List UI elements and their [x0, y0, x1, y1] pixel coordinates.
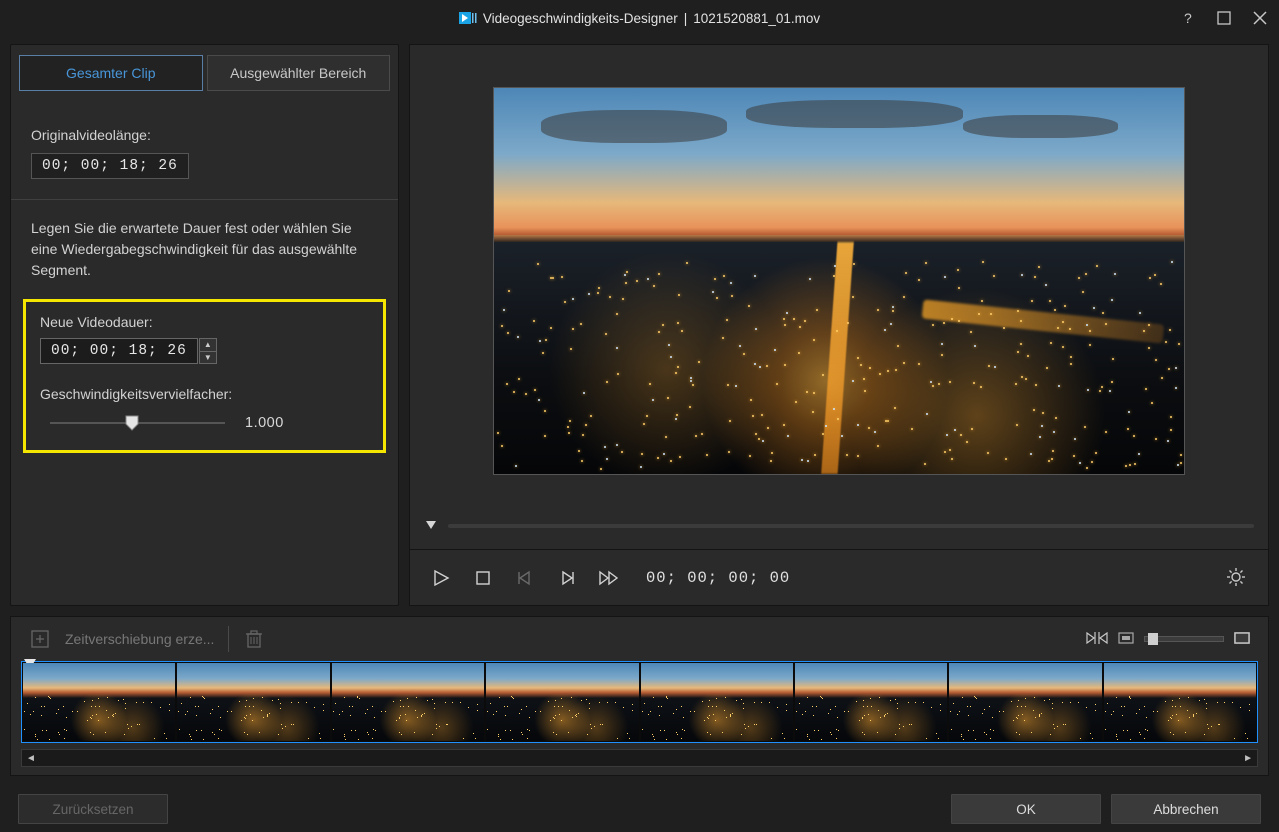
multiplier-label: Geschwindigkeitsvervielfacher:: [40, 386, 369, 402]
timeline-thumb[interactable]: [795, 663, 947, 741]
settings-panel: Gesamter Clip Ausgewählter Bereich Origi…: [10, 44, 399, 606]
title-separator: |: [684, 11, 688, 26]
reset-button[interactable]: Zurücksetzen: [18, 794, 168, 824]
thumbnail-strip[interactable]: [21, 661, 1258, 743]
preview-box: 00; 00; 00; 00: [409, 44, 1269, 606]
panel-body: Originalvideolänge: 00; 00; 18; 26 Legen…: [11, 91, 398, 453]
fast-forward-icon[interactable]: [598, 567, 620, 589]
timeline-scrollbar[interactable]: ◄ ►: [21, 749, 1258, 767]
zoom-controls: [1086, 630, 1250, 649]
add-timeshift-icon: [29, 628, 51, 650]
cancel-button[interactable]: Abbrechen: [1111, 794, 1261, 824]
timeline-thumb[interactable]: [332, 663, 484, 741]
seek-track[interactable]: [448, 524, 1254, 528]
seek-row: [410, 509, 1268, 539]
new-duration-value[interactable]: 00; 00; 18; 26: [40, 338, 198, 364]
window-controls: ?: [1179, 0, 1269, 36]
zoom-out-icon[interactable]: [1118, 631, 1134, 647]
maximize-icon[interactable]: [1215, 9, 1233, 27]
transport-timecode[interactable]: 00; 00; 00; 00: [646, 569, 790, 587]
video-area: [410, 45, 1268, 509]
timeline-thumb[interactable]: [486, 663, 638, 741]
ok-button[interactable]: OK: [951, 794, 1101, 824]
new-duration-label: Neue Videodauer:: [40, 314, 369, 330]
close-icon[interactable]: [1251, 9, 1269, 27]
slider-thumb[interactable]: [125, 415, 139, 431]
title-bar: Videogeschwindigkeits-Designer | 1021520…: [0, 0, 1279, 36]
zoom-slider[interactable]: [1144, 636, 1224, 642]
new-duration-stepper[interactable]: 00; 00; 18; 26 ▲ ▼: [40, 338, 369, 364]
thumbstrip-wrap: [11, 661, 1268, 743]
svg-text:?: ?: [1184, 10, 1192, 26]
stepper-up-icon[interactable]: ▲: [199, 338, 217, 352]
main-area: Gesamter Clip Ausgewählter Bereich Origi…: [0, 36, 1279, 616]
toolbar-separator: [228, 626, 229, 652]
delete-icon: [243, 628, 265, 650]
create-timeshift-label: Zeitverschiebung erze...: [65, 631, 214, 647]
scroll-right-icon[interactable]: ►: [1243, 753, 1253, 764]
video-speed-designer-window: { "titlebar": { "app_title": "Videogesch…: [0, 0, 1279, 832]
highlight-box: Neue Videodauer: 00; 00; 18; 26 ▲ ▼ Gesc…: [23, 299, 386, 453]
preview-panel: 00; 00; 00; 00: [409, 44, 1269, 606]
multiplier-row: 1.000: [40, 414, 369, 432]
footer: Zurücksetzen OK Abbrechen: [0, 786, 1279, 832]
help-text: Legen Sie die erwartete Dauer fest oder …: [31, 218, 371, 281]
multiplier-value: 1.000: [245, 415, 284, 431]
filename-text: 1021520881_01.mov: [693, 11, 820, 26]
prev-frame-icon[interactable]: [514, 567, 536, 589]
timeline-thumb[interactable]: [1104, 663, 1256, 741]
play-icon[interactable]: [430, 567, 452, 589]
stop-icon[interactable]: [472, 567, 494, 589]
tab-bar: Gesamter Clip Ausgewählter Bereich: [19, 55, 390, 91]
timeline-thumb[interactable]: [177, 663, 329, 741]
stepper-down-icon[interactable]: ▼: [199, 352, 217, 365]
tab-selected-range[interactable]: Ausgewählter Bereich: [207, 55, 391, 91]
settings-gear-icon[interactable]: [1226, 567, 1248, 589]
panel-divider: [11, 199, 398, 200]
scroll-left-icon[interactable]: ◄: [26, 753, 36, 764]
timeline-panel: Zeitverschiebung erze...: [10, 616, 1269, 776]
next-frame-icon[interactable]: [556, 567, 578, 589]
tab-entire-clip[interactable]: Gesamter Clip: [19, 55, 203, 91]
duration-stepper-buttons: ▲ ▼: [199, 338, 217, 364]
video-preview[interactable]: [493, 87, 1185, 475]
help-icon[interactable]: ?: [1179, 9, 1197, 27]
zoom-fit-icon[interactable]: [1234, 631, 1250, 647]
timeline-thumb[interactable]: [23, 663, 175, 741]
original-length-label: Originalvideolänge:: [31, 127, 378, 143]
timeline-thumb[interactable]: [641, 663, 793, 741]
seek-playhead-icon[interactable]: [424, 517, 438, 536]
timeline-toolbar: Zeitverschiebung erze...: [11, 617, 1268, 661]
zoom-slider-thumb[interactable]: [1148, 633, 1158, 645]
window-title: Videogeschwindigkeits-Designer | 1021520…: [459, 11, 820, 26]
app-icon: [459, 11, 477, 25]
timeline-thumb[interactable]: [949, 663, 1101, 741]
snap-icon[interactable]: [1086, 630, 1108, 649]
app-title-text: Videogeschwindigkeits-Designer: [483, 11, 678, 26]
original-length-value: 00; 00; 18; 26: [31, 153, 189, 179]
transport-bar: 00; 00; 00; 00: [410, 549, 1268, 605]
multiplier-slider[interactable]: [50, 414, 225, 432]
